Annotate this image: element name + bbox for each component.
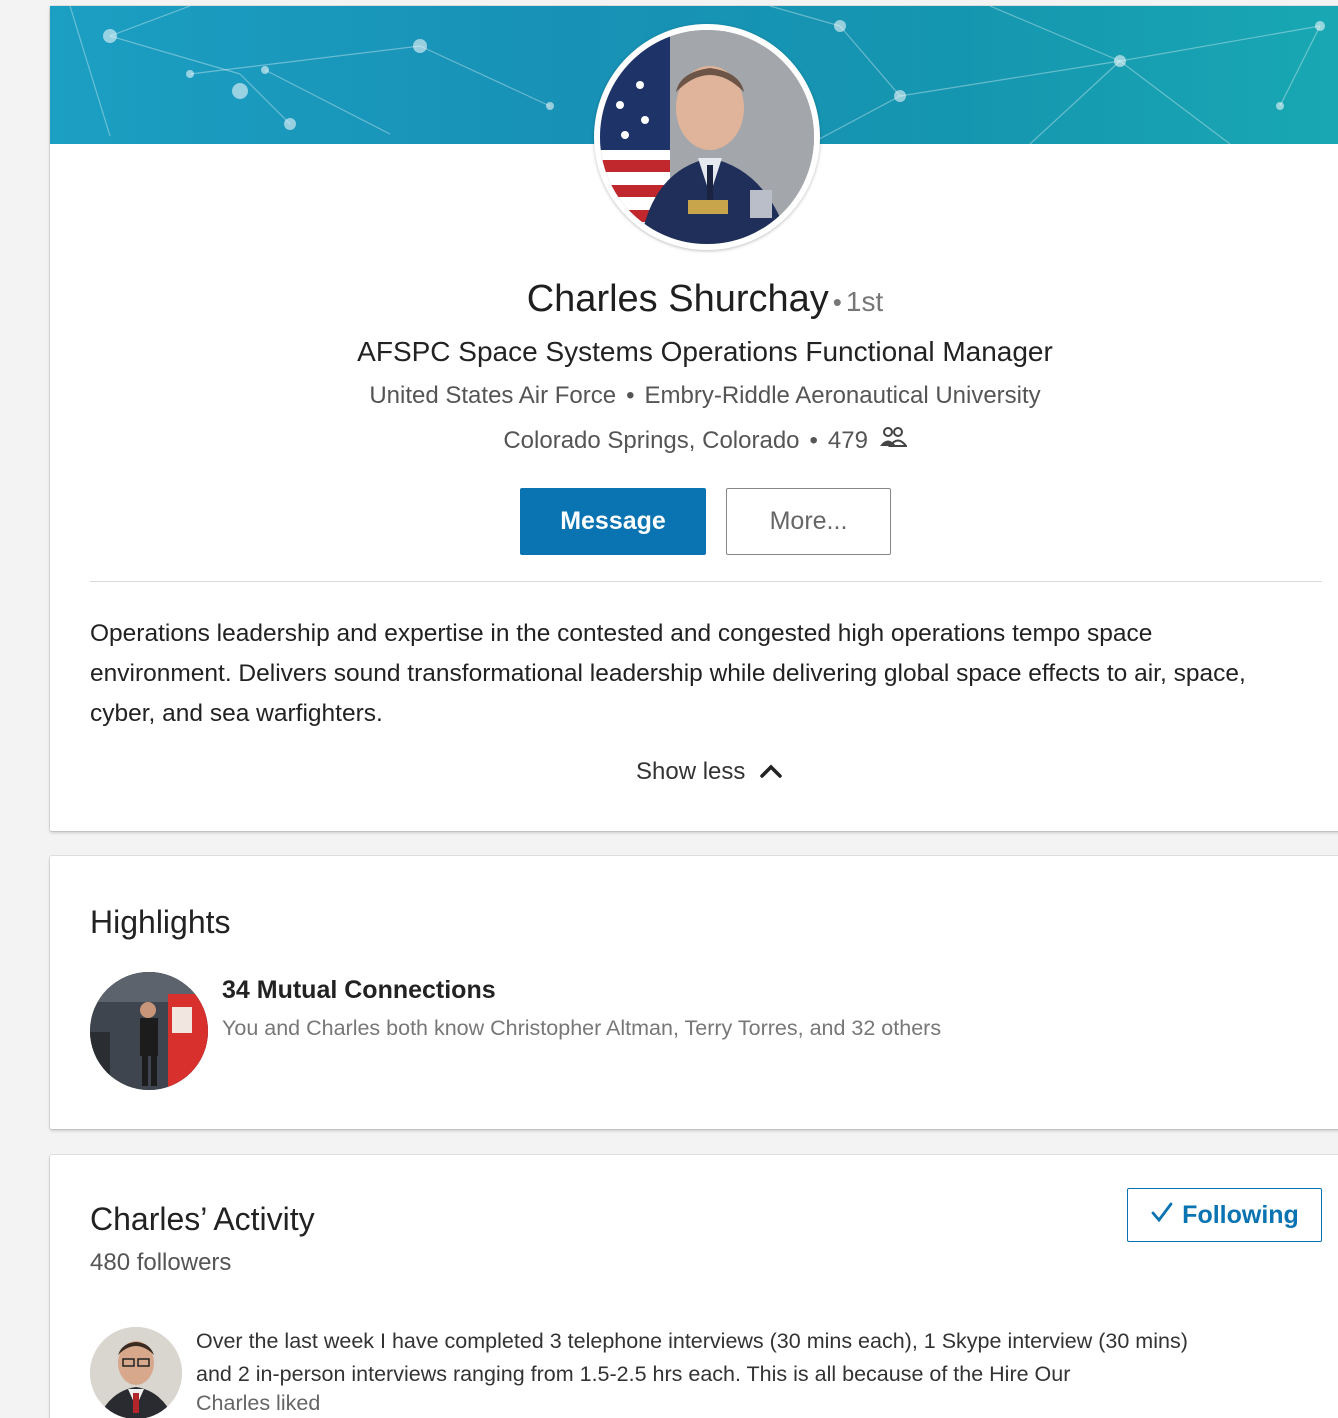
followers-count: 480 followers <box>90 1249 232 1276</box>
following-label: Following <box>1182 1200 1299 1229</box>
education-school[interactable]: Embry-Riddle Aeronautical University <box>645 382 1041 409</box>
highlights-title: Highlights <box>90 904 231 940</box>
connections-count[interactable]: 479 <box>828 427 868 454</box>
profile-location-line: Colorado Springs, Colorado • 479 <box>50 426 1338 457</box>
show-less-label: Show less <box>636 758 746 785</box>
activity-card: Charles’ Activity 480 followers Followin… <box>50 1155 1338 1418</box>
connection-degree: 1st <box>845 286 884 317</box>
profile-photo[interactable] <box>594 24 820 250</box>
people-icon[interactable] <box>879 426 908 457</box>
profile-affiliations: United States Air Force • Embry-Riddle Aer… <box>50 382 1338 410</box>
checkmark-icon <box>1150 1201 1174 1230</box>
divider <box>90 581 1322 582</box>
activity-post-meta: Charles liked <box>196 1391 321 1415</box>
mutual-connections-title[interactable]: 34 Mutual Connections <box>222 976 496 1005</box>
profile-card: Charles Shurchay • 1st AFSPC Space Systems… <box>50 6 1338 831</box>
profile-photo-image <box>600 30 814 244</box>
post-author-avatar[interactable] <box>90 1327 182 1418</box>
chevron-up-icon <box>759 758 783 786</box>
activity-title: Charles’ Activity <box>90 1201 315 1237</box>
message-button[interactable]: Message <box>520 488 706 555</box>
profile-headline: AFSPC Space Systems Operations Functiona… <box>357 336 1053 367</box>
show-less-toggle[interactable]: Show less <box>636 758 783 786</box>
highlights-card: Highlights 34 Mutual Connections You and… <box>50 856 1338 1129</box>
name-row: Charles Shurchay • 1st <box>50 278 1338 321</box>
bullet-separator: • <box>809 426 818 454</box>
profile-name: Charles Shurchay <box>526 278 829 320</box>
more-actions-button[interactable]: More... <box>726 488 891 555</box>
current-company[interactable]: United States Air Force <box>369 382 616 409</box>
mutual-connections-description: You and Charles both know Christopher Al… <box>222 1016 942 1040</box>
mutual-connection-avatar[interactable] <box>90 972 208 1090</box>
profile-summary: Operations leadership and expertise in t… <box>90 620 1246 727</box>
following-button[interactable]: Following <box>1127 1188 1322 1242</box>
bullet-separator: • <box>626 382 635 409</box>
degree-separator: • <box>832 287 842 317</box>
profile-location: Colorado Springs, Colorado <box>503 426 800 454</box>
activity-post-text[interactable]: Over the last week I have completed 3 te… <box>196 1325 1206 1391</box>
